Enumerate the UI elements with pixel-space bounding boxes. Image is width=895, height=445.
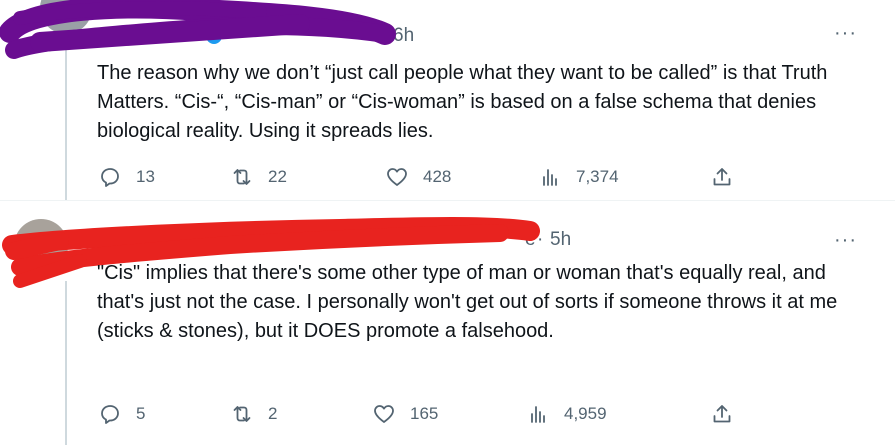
tweet-2[interactable]: e · 5h ··· "Cis" implies that there's so… xyxy=(0,201,895,445)
like-count: 428 xyxy=(423,167,452,186)
reply-count: 5 xyxy=(136,404,146,423)
tweet-text: "Cis" implies that there's some other ty… xyxy=(97,262,838,342)
reply-button[interactable]: 13 xyxy=(98,162,155,192)
views-count: 4,959 xyxy=(564,404,607,423)
retweet-button[interactable]: 22 xyxy=(230,162,287,192)
retweet-icon xyxy=(233,406,251,422)
views-icon xyxy=(543,169,557,186)
views-count: 7,374 xyxy=(576,167,619,186)
like-icon xyxy=(387,168,407,186)
retweet-icon xyxy=(233,169,251,185)
reply-count: 13 xyxy=(136,167,155,186)
like-button[interactable]: 428 xyxy=(385,162,451,192)
views-button[interactable]: 4,959 xyxy=(526,399,607,429)
views-button[interactable]: 7,374 xyxy=(538,162,619,192)
views-icon xyxy=(531,406,545,423)
tweet-1[interactable]: 6h ··· The reason why we don’t “just cal… xyxy=(0,0,895,200)
share-button[interactable] xyxy=(710,162,734,192)
retweet-count: 22 xyxy=(268,167,287,186)
thread-line xyxy=(65,281,67,445)
more-icon[interactable]: ··· xyxy=(834,22,857,45)
reply-icon xyxy=(101,405,119,424)
like-icon xyxy=(374,405,394,423)
share-icon xyxy=(713,405,731,423)
tweet-text: The reason why we don’t “just call peopl… xyxy=(97,62,828,142)
like-button[interactable]: 165 xyxy=(372,399,438,429)
reply-button[interactable]: 5 xyxy=(98,399,145,429)
tweet-actions: 13 22 428 7,374 xyxy=(92,162,732,192)
retweet-count: 2 xyxy=(268,404,278,423)
share-icon xyxy=(713,168,731,186)
share-button[interactable] xyxy=(710,399,734,429)
reply-icon xyxy=(101,168,119,187)
like-count: 165 xyxy=(410,404,439,423)
more-icon[interactable]: ··· xyxy=(834,229,857,252)
tweet-actions: 5 2 165 4,959 xyxy=(92,399,732,429)
retweet-button[interactable]: 2 xyxy=(230,399,277,429)
tweet-time[interactable]: 5h xyxy=(550,229,571,251)
